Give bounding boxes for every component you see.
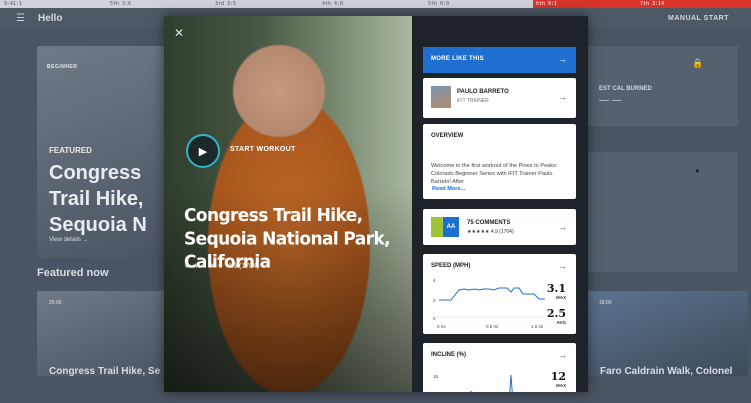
workout-detail-modal: ✕ ▶ START WORKOUT Congress Trail Hike, S… <box>164 16 588 392</box>
hamburger-icon[interactable]: ☰ <box>16 13 25 24</box>
comment-thumbnail <box>431 217 443 237</box>
speed-y-tick: 4 <box>433 278 436 283</box>
speed-y-tick: 2 <box>433 298 436 303</box>
est-cal-label: EST CAL BURNED <box>599 86 652 92</box>
speed-x-tick: 0 mi <box>437 324 446 329</box>
arrow-right-icon: → <box>558 92 567 102</box>
incline-max-label: MAX <box>556 383 566 388</box>
incline-chart <box>470 374 513 392</box>
comments-card[interactable]: AA 75 COMMENTS ★★★★★ 4.9 (1704) → <box>423 209 576 245</box>
incline-chart-card: INCLINE (%) → 15 12 MAX <box>423 343 576 392</box>
beginner-badge: BEGINNER <box>47 64 78 70</box>
speed-y-tick: 0 <box>433 316 436 321</box>
featured-card-title: Congress Trail Hike, Sequoia N <box>49 162 147 236</box>
info-card <box>588 152 738 272</box>
workout-duration: 26:00 <box>49 300 62 306</box>
arrow-right-icon: → <box>558 222 567 232</box>
speed-max-value: 3.1 <box>546 282 566 295</box>
speed-chart-card: SPEED (MPH) → 4 2 0 0 mi 0.5 mi 1.0 mi 3… <box>423 254 576 334</box>
featured-tag: FEATURED <box>49 146 92 155</box>
rating-text: 4.9 (1704) <box>227 263 260 270</box>
avatar <box>431 86 451 108</box>
lock-icon: 🔒 <box>692 58 704 68</box>
info-icon[interactable]: ● <box>695 166 700 175</box>
arrow-right-icon: → <box>558 54 567 64</box>
status-item: 3rd 3:5 <box>215 1 237 7</box>
speed-heading: SPEED (MPH) <box>431 263 471 269</box>
more-like-this-label: MORE LIKE THIS <box>431 56 484 62</box>
status-item: 6th 9:1 <box>536 1 558 7</box>
workout-card-title: Faro Caldrain Walk, Colonel <box>600 366 733 377</box>
manual-start-button[interactable]: MANUAL START <box>668 15 729 22</box>
overview-heading: OVERVIEW <box>431 133 464 139</box>
incline-line <box>470 374 513 392</box>
incline-heading: INCLINE (%) <box>431 352 466 358</box>
play-icon[interactable]: ▶ <box>186 134 220 168</box>
arrow-right-icon[interactable]: → <box>558 350 567 360</box>
status-item: 4th 4:0 <box>322 1 344 7</box>
speed-avg-label: AVG <box>556 320 566 325</box>
close-icon[interactable]: ✕ <box>174 26 184 40</box>
est-cal-value: — — <box>599 95 622 106</box>
trainer-role: iFIT TRAINER <box>457 98 489 104</box>
status-strip: 9:41:1 5th 3:6 3rd 3:5 4th 4:0 5th 0:0 6… <box>0 0 751 8</box>
rating-stars: ★★★★★ <box>467 229 490 235</box>
incline-max-value: 12 <box>550 370 566 383</box>
comments-rating: ★★★★★ 4.9 (1704) <box>467 229 514 235</box>
rating-text: 4.9 (1704) <box>490 229 514 235</box>
status-item: 5th 0:0 <box>428 1 450 7</box>
speed-avg-value: 2.5 <box>546 307 566 320</box>
read-more-link[interactable]: Read More... <box>432 186 465 192</box>
status-item: 9:41:1 <box>4 1 23 7</box>
comment-avatar: AA <box>443 217 459 237</box>
workout-rating: ★★★★★ 4.9 (1704) <box>184 262 259 270</box>
start-workout-label[interactable]: START WORKOUT <box>230 146 296 153</box>
rating-stars: ★★★★★ <box>184 263 226 270</box>
workout-card-title: Congress Trail Hike, Se <box>49 366 161 377</box>
more-like-this-button[interactable]: MORE LIKE THIS → <box>423 47 576 73</box>
header-title: Hello <box>38 13 63 24</box>
featured-now-heading: Featured now <box>37 267 109 279</box>
workout-card[interactable] <box>588 291 748 376</box>
view-details-link[interactable]: View details → <box>49 237 89 243</box>
status-item: 7th 3:14 <box>640 1 665 7</box>
workout-duration: 18:00 <box>599 300 612 306</box>
comments-count: 75 COMMENTS <box>467 220 511 226</box>
arrow-right-icon[interactable]: → <box>558 261 567 271</box>
speed-max-label: MAX <box>556 295 566 300</box>
trainer-card[interactable]: PAULO BARRETO iFIT TRAINER → <box>423 78 576 118</box>
speed-x-tick: 0.5 mi <box>486 324 499 329</box>
overview-card: OVERVIEW Welcome to the first workout of… <box>423 124 576 199</box>
trainer-name: PAULO BARRETO <box>457 89 509 95</box>
incline-y-tick: 15 <box>433 374 439 379</box>
overview-text: Welcome to the first workout of the Pine… <box>431 163 558 185</box>
status-item: 5th 3:6 <box>110 1 132 7</box>
speed-line <box>439 287 545 301</box>
speed-x-tick: 1.0 mi <box>531 324 544 329</box>
speed-chart <box>439 287 545 318</box>
